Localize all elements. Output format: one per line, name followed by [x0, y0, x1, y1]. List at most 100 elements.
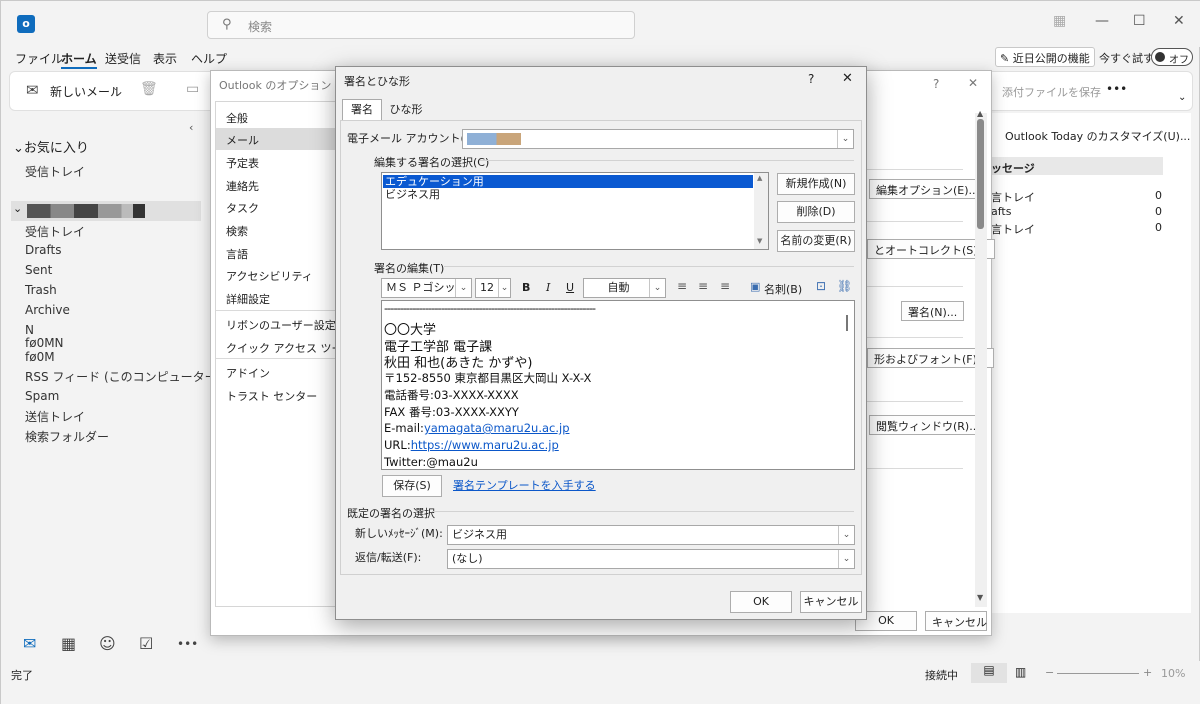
- folder-f0mn[interactable]: fø0MN: [25, 336, 64, 350]
- signature-list-item-selected[interactable]: エデュケーション用: [383, 175, 753, 188]
- options-nav-advanced[interactable]: 詳細設定: [226, 291, 270, 307]
- business-card-icon[interactable]: ▣: [750, 280, 760, 293]
- signatures-close-button[interactable]: ✕: [842, 71, 853, 86]
- tab-stationery[interactable]: ひな形: [384, 102, 428, 120]
- archive-icon[interactable]: ▭: [186, 81, 199, 97]
- edit-options-button[interactable]: 編集オプション(E)...: [869, 179, 987, 199]
- signature-list-item[interactable]: ビジネス用: [383, 188, 753, 201]
- signature-list[interactable]: エデュケーション用 ビジネス用 ▲ ▼: [381, 172, 769, 250]
- folder-sent[interactable]: Sent: [25, 263, 52, 277]
- minimize-button[interactable]: —: [1095, 13, 1109, 29]
- delete-icon[interactable]: 🗑: [140, 81, 158, 97]
- url-link[interactable]: https://www.maru2u.ac.jp: [411, 438, 559, 452]
- zoom-level[interactable]: 10%: [1161, 667, 1185, 680]
- apps-grid-icon[interactable]: ▦: [1053, 13, 1066, 29]
- collapse-pane-icon[interactable]: ‹: [189, 121, 193, 134]
- options-nav-ribbon[interactable]: リボンのユーザー設定: [226, 317, 336, 333]
- folder-f0m[interactable]: fø0M: [25, 350, 55, 364]
- options-nav-search[interactable]: 検索: [226, 223, 248, 239]
- scroll-thumb[interactable]: [846, 315, 848, 331]
- scroll-down-icon[interactable]: ▼: [757, 237, 762, 245]
- people-icon[interactable]: ☺: [99, 634, 116, 653]
- save-attachment-button[interactable]: 添付ファイルを保存: [1002, 84, 1101, 100]
- new-messages-select[interactable]: ビジネス用 ⌄: [447, 525, 855, 545]
- reading-pane-button[interactable]: 閲覧ウィンドウ(R)...: [869, 415, 987, 435]
- favorites-header[interactable]: ⌄お気に入り: [13, 137, 89, 156]
- new-signature-button[interactable]: 新規作成(N): [777, 173, 855, 195]
- italic-button[interactable]: I: [546, 281, 550, 294]
- options-nav-mail[interactable]: メール: [226, 132, 259, 148]
- chevron-down-icon[interactable]: ⌄: [649, 279, 665, 297]
- folder-outbox[interactable]: 送信トレイ: [25, 408, 85, 425]
- reading-view-icon[interactable]: ▥: [1015, 665, 1026, 679]
- options-close-button[interactable]: ✕: [968, 76, 978, 90]
- ribbon-expand-icon[interactable]: ⌄: [1178, 92, 1186, 103]
- scroll-up-icon[interactable]: ▲: [757, 174, 762, 182]
- messages-row-name[interactable]: afts: [991, 205, 1011, 218]
- messages-row-name[interactable]: 言トレイ: [991, 221, 1035, 237]
- folder-trash[interactable]: Trash: [25, 283, 57, 297]
- menu-view[interactable]: 表示: [153, 50, 177, 67]
- chevron-down-icon[interactable]: ⌄: [838, 526, 854, 544]
- try-now-toggle[interactable]: オフ: [1151, 48, 1193, 66]
- tab-signatures[interactable]: 署名: [342, 99, 382, 121]
- options-nav-addins[interactable]: アドイン: [226, 365, 270, 381]
- editor-scrollbar[interactable]: [840, 301, 854, 469]
- rename-signature-button[interactable]: 名前の変更(R): [777, 230, 855, 252]
- bold-button[interactable]: B: [522, 281, 530, 294]
- options-nav-general[interactable]: 全般: [226, 110, 248, 126]
- search-box[interactable]: ⚲ 検索: [207, 11, 635, 39]
- coming-features-button[interactable]: ✎ 近日公開の機能: [995, 47, 1095, 67]
- more-apps-icon[interactable]: •••: [177, 637, 198, 651]
- font-color-select[interactable]: 自動 ⌄: [583, 278, 666, 298]
- align-left-icon[interactable]: ≡: [677, 279, 687, 293]
- options-scrollbar[interactable]: ▲ ▼: [975, 109, 987, 607]
- close-window-button[interactable]: ✕: [1173, 13, 1185, 29]
- menu-help[interactable]: ヘルプ: [191, 50, 227, 67]
- folder-drafts[interactable]: Drafts: [25, 243, 62, 257]
- calendar-icon[interactable]: ▦: [61, 634, 76, 653]
- chevron-down-icon[interactable]: ⌄: [837, 130, 853, 148]
- options-cancel-button[interactable]: キャンセル: [925, 611, 987, 631]
- options-nav-tasks[interactable]: タスク: [226, 200, 259, 216]
- scroll-up-icon[interactable]: ▲: [977, 109, 983, 118]
- folder-n[interactable]: N: [25, 323, 34, 337]
- favorites-inbox[interactable]: 受信トレイ: [25, 163, 85, 180]
- signature-editor[interactable]: ----------------------------------------…: [381, 300, 855, 470]
- maximize-button[interactable]: ☐: [1133, 13, 1146, 29]
- save-signature-button[interactable]: 保存(S): [382, 475, 442, 497]
- account-select[interactable]: ⌄: [462, 129, 854, 149]
- zoom-in-button[interactable]: +: [1143, 666, 1152, 679]
- menu-file[interactable]: ファイル: [15, 50, 63, 67]
- signature-template-link[interactable]: 署名テンプレートを入手する: [453, 477, 596, 493]
- options-nav-calendar[interactable]: 予定表: [226, 155, 259, 171]
- underline-button[interactable]: U: [566, 281, 574, 294]
- chevron-down-icon[interactable]: ⌄: [455, 279, 471, 297]
- options-nav-accessibility[interactable]: アクセシビリティ: [226, 268, 313, 284]
- customize-outlook-today-link[interactable]: Outlook Today のカスタマイズ(U)...: [1005, 128, 1190, 144]
- zoom-out-button[interactable]: −: [1045, 666, 1054, 679]
- options-help-button[interactable]: ?: [933, 77, 939, 91]
- signatures-help-button[interactable]: ?: [808, 72, 814, 86]
- list-scrollbar[interactable]: ▲ ▼: [754, 173, 768, 249]
- delete-signature-button[interactable]: 削除(D): [777, 201, 855, 223]
- folder-search[interactable]: 検索フォルダー: [25, 428, 109, 445]
- mail-icon[interactable]: ✉: [23, 634, 36, 653]
- scroll-down-icon[interactable]: ▼: [977, 593, 983, 602]
- tasks-icon[interactable]: ☑: [139, 634, 153, 653]
- menu-home[interactable]: ホーム: [61, 50, 97, 69]
- signatures-cancel-button[interactable]: キャンセル: [800, 591, 862, 613]
- options-nav-language[interactable]: 言語: [226, 246, 248, 262]
- account-header[interactable]: ⌄: [11, 201, 201, 221]
- font-select[interactable]: ＭＳ Ｐゴシック ⌄: [381, 278, 472, 298]
- scroll-thumb[interactable]: [977, 119, 984, 229]
- menu-send-receive[interactable]: 送受信: [105, 50, 141, 67]
- folder-spam[interactable]: Spam: [25, 389, 59, 403]
- insert-hyperlink-icon[interactable]: ⛓: [837, 279, 852, 293]
- messages-row-name[interactable]: 言トレイ: [991, 189, 1035, 205]
- options-nav-contacts[interactable]: 連絡先: [226, 178, 259, 194]
- insert-picture-icon[interactable]: ⊡: [816, 279, 826, 293]
- normal-view-icon[interactable]: ▤: [971, 663, 1007, 683]
- chevron-down-icon[interactable]: ⌄: [838, 550, 854, 568]
- chevron-down-icon[interactable]: ⌄: [112, 83, 120, 93]
